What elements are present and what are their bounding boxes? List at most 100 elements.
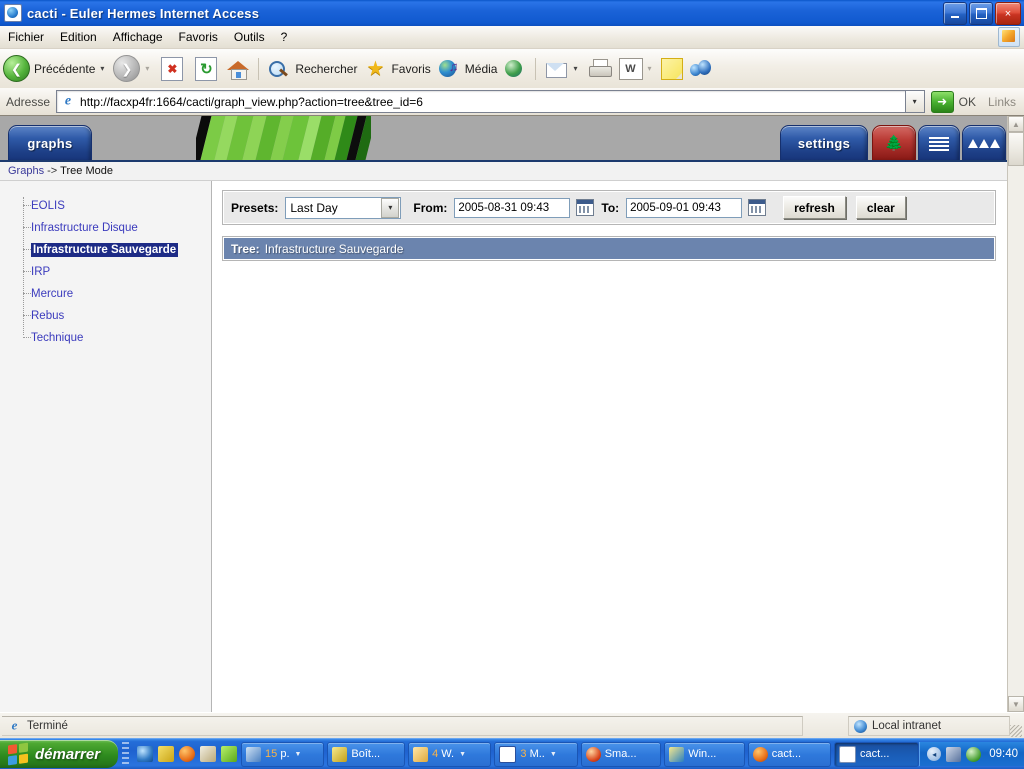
tree-item-label[interactable]: EOLIS [31, 200, 65, 212]
tray-volume-icon[interactable] [966, 746, 982, 762]
scroll-thumb[interactable] [1008, 132, 1024, 166]
chevron-down-icon[interactable]: ▾ [381, 197, 400, 218]
presets-label: Presets: [231, 200, 279, 215]
scroll-up-button[interactable]: ▲ [1008, 116, 1024, 132]
taskbar-grip[interactable] [122, 742, 130, 766]
task-caret[interactable]: ▼ [459, 751, 466, 758]
tab-settings-label: settings [797, 136, 851, 151]
mail-dropdown-caret[interactable]: ▾ [573, 64, 577, 73]
forward-dropdown-caret[interactable]: ▾ [145, 64, 149, 73]
tree-item-label[interactable]: IRP [31, 266, 50, 278]
task-label: 3 M.. [520, 748, 545, 760]
start-button[interactable]: démarrer [0, 740, 119, 768]
address-dropdown-button[interactable]: ▾ [904, 90, 925, 113]
task-button-word[interactable]: 3 M.. ▼ [494, 741, 578, 767]
menu-brand-logo [998, 27, 1020, 47]
tray-clock[interactable]: 09:40 [989, 748, 1018, 760]
back-button[interactable]: ❮ Précédente ▾ [0, 52, 110, 86]
notes-button[interactable] [658, 52, 686, 86]
refresh-button[interactable]: refresh [783, 196, 846, 219]
forward-button[interactable]: ❯ ▾ [110, 52, 155, 86]
forward-icon: ❯ [113, 55, 141, 82]
tree-item-label[interactable]: Rebus [31, 310, 64, 322]
quicklaunch-ie-icon[interactable] [137, 746, 154, 762]
address-bar: Adresse http://facxp4fr:1664/cacti/graph… [0, 88, 1024, 116]
edit-word-button[interactable]: ▾ [616, 52, 658, 86]
quicklaunch-firefox-icon[interactable] [179, 746, 196, 762]
print-button[interactable] [584, 52, 616, 86]
tab-preview-view[interactable] [962, 125, 1006, 160]
page-body: EOLIS Infrastructure Disque Infrastructu… [0, 181, 1008, 712]
tray-expand-chevron-icon[interactable]: ◂ [927, 747, 942, 761]
security-zone-cell[interactable]: Local intranet [848, 716, 1010, 736]
tree-item-label[interactable]: Mercure [31, 288, 73, 300]
task-button-window[interactable]: Win... [664, 741, 745, 767]
tab-list-view[interactable] [918, 125, 960, 160]
tab-graphs[interactable]: graphs [8, 125, 92, 160]
address-input[interactable]: http://facxp4fr:1664/cacti/graph_view.ph… [56, 90, 905, 113]
tree-item-label[interactable]: Technique [31, 332, 83, 344]
clear-button[interactable]: clear [855, 196, 906, 219]
home-button[interactable] [223, 52, 253, 86]
calendar-icon-to[interactable] [748, 199, 767, 216]
quicklaunch-clock-icon[interactable] [158, 746, 175, 762]
calendar-icon[interactable] [576, 199, 595, 216]
from-date-input[interactable]: 2005-08-31 09:43 [454, 197, 571, 218]
breadcrumb-current: Tree Mode [60, 165, 113, 177]
favorites-button[interactable]: ★ Favoris [360, 52, 433, 86]
task-caret[interactable]: ▼ [295, 751, 302, 758]
menu-item-outils[interactable]: Outils [226, 28, 273, 46]
breadcrumb-graphs-link[interactable]: Graphs [8, 165, 44, 177]
menu-item-favoris[interactable]: Favoris [171, 28, 226, 46]
tree-item-label[interactable]: Infrastructure Disque [31, 222, 138, 234]
scroll-down-button[interactable]: ▼ [1008, 696, 1024, 712]
tray-network-icon[interactable] [946, 746, 962, 762]
task-button-smart[interactable]: Sma... [580, 741, 662, 767]
task-caret[interactable]: ▼ [550, 751, 557, 758]
history-button[interactable] [500, 52, 530, 86]
links-button[interactable]: Links [982, 95, 1024, 109]
tree-item-label[interactable]: Infrastructure Sauvegarde [31, 243, 179, 257]
task-button-firefox-cacti[interactable]: cact... [747, 741, 832, 767]
edit-dropdown-caret[interactable]: ▾ [648, 64, 652, 73]
mail-button[interactable]: ▾ [541, 52, 583, 86]
tree-header-name: Infrastructure Sauvegarde [264, 241, 404, 256]
menu-item-affichage[interactable]: Affichage [105, 28, 171, 46]
media-button[interactable]: ♫ Média [434, 52, 501, 86]
explorer-icon [246, 746, 262, 762]
taskbar: démarrer 15 p. ▼ Boît... 4 W. ▼ 3 M.. ▼ … [0, 738, 1024, 769]
menu-item-edition[interactable]: Edition [52, 28, 105, 46]
tree-item-rebus[interactable]: Rebus [20, 305, 211, 327]
tree-item-infrastructure-sauvegarde[interactable]: Infrastructure Sauvegarde [20, 239, 211, 261]
tab-console[interactable]: 🌲 [872, 125, 916, 160]
tree-item-mercure[interactable]: Mercure [20, 283, 211, 305]
go-button[interactable]: OK [925, 90, 982, 113]
graph-tree: EOLIS Infrastructure Disque Infrastructu… [0, 195, 211, 349]
messenger-button[interactable] [686, 52, 716, 86]
menu-item-fichier[interactable]: Fichier [0, 28, 52, 46]
stop-button[interactable] [155, 52, 189, 86]
tree-item-technique[interactable]: Technique [20, 327, 211, 349]
task-button-folders[interactable]: 4 W. ▼ [408, 741, 492, 767]
task-label: Sma... [604, 748, 637, 760]
tree-item-infrastructure-disque[interactable]: Infrastructure Disque [20, 217, 211, 239]
menu-item-help[interactable]: ? [273, 28, 296, 46]
restore-button[interactable] [969, 2, 993, 25]
task-button-explorer[interactable]: 15 p. ▼ [241, 741, 325, 767]
to-date-input[interactable]: 2005-09-01 09:43 [626, 197, 743, 218]
page-scrollbar[interactable]: ▲ ▼ [1007, 116, 1024, 712]
close-button[interactable]: × [995, 2, 1021, 25]
minimize-button[interactable] [943, 2, 967, 25]
presets-select[interactable]: Last Day ▾ [285, 196, 402, 219]
tab-settings[interactable]: settings [780, 125, 868, 160]
quicklaunch-pencil-icon[interactable] [200, 746, 217, 762]
resize-grip[interactable] [1010, 725, 1022, 737]
tree-item-irp[interactable]: IRP [20, 261, 211, 283]
tree-item-eolis[interactable]: EOLIS [20, 195, 211, 217]
refresh-button[interactable] [189, 52, 223, 86]
task-button-boite[interactable]: Boît... [327, 741, 406, 767]
quicklaunch-leaf-icon[interactable] [221, 746, 238, 762]
back-dropdown-caret[interactable]: ▾ [100, 64, 104, 73]
search-button[interactable]: Rechercher [264, 52, 360, 86]
task-button-ie-cacti-active[interactable]: cact... [834, 741, 920, 767]
